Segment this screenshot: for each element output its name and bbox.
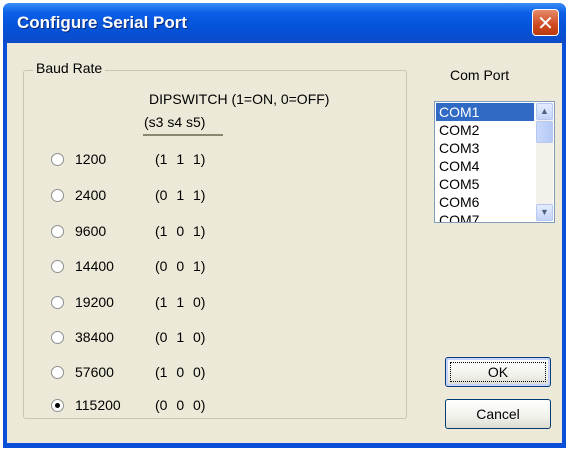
list-item-com5[interactable]: COM5 — [436, 175, 534, 193]
dipswitch-divider — [143, 134, 223, 136]
radio-selected-dot — [55, 403, 60, 408]
radio-button[interactable] — [51, 225, 64, 238]
dialog-window: Configure Serial Port ✕ Baud Rate DIPSWI… — [3, 3, 566, 448]
dip-setting: (1 0 1) — [155, 223, 206, 239]
scroll-down-button[interactable]: ▼ — [536, 204, 553, 221]
list-item-com4[interactable]: COM4 — [436, 157, 534, 175]
com-port-listbox[interactable]: COM1 COM2 COM3 COM4 COM5 COM6 COM7 ▲ ▼ — [434, 101, 555, 223]
baud-rate-value: 1200 — [75, 151, 107, 167]
ok-button[interactable]: OK — [445, 357, 551, 387]
dip-setting: (0 1 0) — [155, 329, 206, 345]
radio-button[interactable] — [51, 366, 64, 379]
chevron-down-icon: ▼ — [540, 207, 549, 217]
baud-rate-value: 57600 — [75, 364, 114, 380]
baud-rate-value: 38400 — [75, 329, 114, 345]
list-item-com3[interactable]: COM3 — [436, 139, 534, 157]
dialog-body: Baud Rate DIPSWITCH (1=ON, 0=OFF) (s3 s4… — [7, 43, 562, 443]
dipswitch-columns: (s3 s4 s5) — [144, 114, 206, 130]
radio-button[interactable] — [51, 331, 64, 344]
baud-rate-value: 14400 — [75, 258, 114, 274]
close-button[interactable]: ✕ — [532, 9, 559, 36]
baud-rate-label: Baud Rate — [33, 60, 106, 76]
scroll-up-button[interactable]: ▲ — [536, 103, 553, 120]
cancel-button-label: Cancel — [476, 406, 520, 422]
radio-button-selected[interactable] — [51, 399, 64, 412]
baud-rate-value: 19200 — [75, 294, 114, 310]
list-item-com2[interactable]: COM2 — [436, 121, 534, 139]
baud-rate-value: 2400 — [75, 187, 107, 203]
focus-rectangle — [450, 362, 546, 382]
close-icon: ✕ — [537, 11, 554, 35]
radio-button[interactable] — [51, 260, 64, 273]
window-title: Configure Serial Port — [17, 13, 188, 32]
list-item-com6[interactable]: COM6 — [436, 193, 534, 211]
list-item-com1[interactable]: COM1 — [436, 103, 534, 121]
radio-button[interactable] — [51, 153, 64, 166]
scrollbar-thumb[interactable] — [536, 121, 553, 143]
com-port-label: Com Port — [450, 67, 510, 83]
chevron-up-icon: ▲ — [540, 106, 549, 116]
dip-setting: (0 0 0) — [155, 397, 206, 413]
list-item-com7[interactable]: COM7 — [436, 211, 534, 222]
title-bar[interactable]: Configure Serial Port ✕ — [3, 3, 566, 43]
vertical-scrollbar[interactable]: ▲ ▼ — [536, 103, 553, 221]
dip-setting: (1 1 1) — [155, 151, 206, 167]
dip-setting: (1 0 0) — [155, 364, 206, 380]
dip-setting: (0 0 1) — [155, 258, 206, 274]
baud-rate-value: 115200 — [75, 397, 121, 413]
dip-setting: (0 1 1) — [155, 187, 206, 203]
radio-button[interactable] — [51, 189, 64, 202]
baud-rate-value: 9600 — [75, 223, 107, 239]
dipswitch-header: DIPSWITCH (1=ON, 0=OFF) — [149, 91, 330, 107]
cancel-button[interactable]: Cancel — [445, 399, 551, 429]
radio-button[interactable] — [51, 296, 64, 309]
dip-setting: (1 1 0) — [155, 294, 206, 310]
com-port-list: COM1 COM2 COM3 COM4 COM5 COM6 COM7 — [436, 103, 534, 222]
